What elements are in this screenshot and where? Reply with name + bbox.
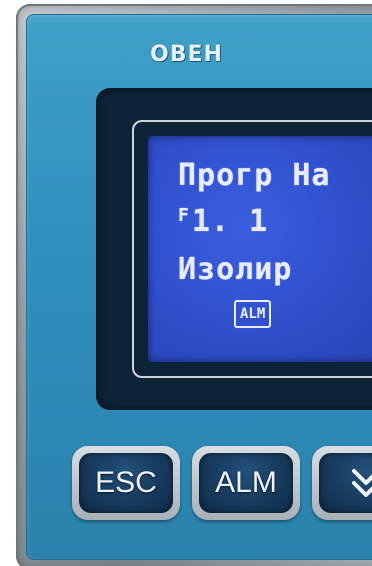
lcd-parameter-value: 1. 1 [191, 204, 269, 239]
esc-button[interactable]: ESC [72, 446, 180, 520]
lcd-alarm-indicator: ALM [234, 300, 272, 328]
alm-button[interactable]: ALM [192, 446, 300, 520]
double-chevron-down-icon [352, 469, 372, 497]
lcd-line-menu-title: Прогр На [178, 158, 331, 193]
lcd-line-status: Изолир [178, 252, 293, 287]
lcd-screen: Прогр На F1. 1 Изолир ALM [148, 136, 372, 362]
device-front: ОВЕН Прогр На F1. 1 Изолир ALM ESC ALM [0, 0, 372, 566]
alm-button-label: ALM [199, 453, 293, 513]
brand-logo-text: ОВЕН [150, 41, 223, 67]
esc-button-label: ESC [79, 453, 173, 513]
lcd-parameter-prefix: F [178, 205, 190, 226]
brand-logo: ОВЕН [150, 40, 223, 68]
lcd-line-parameter: F1. 1 [178, 204, 268, 239]
down-button[interactable] [312, 446, 372, 520]
